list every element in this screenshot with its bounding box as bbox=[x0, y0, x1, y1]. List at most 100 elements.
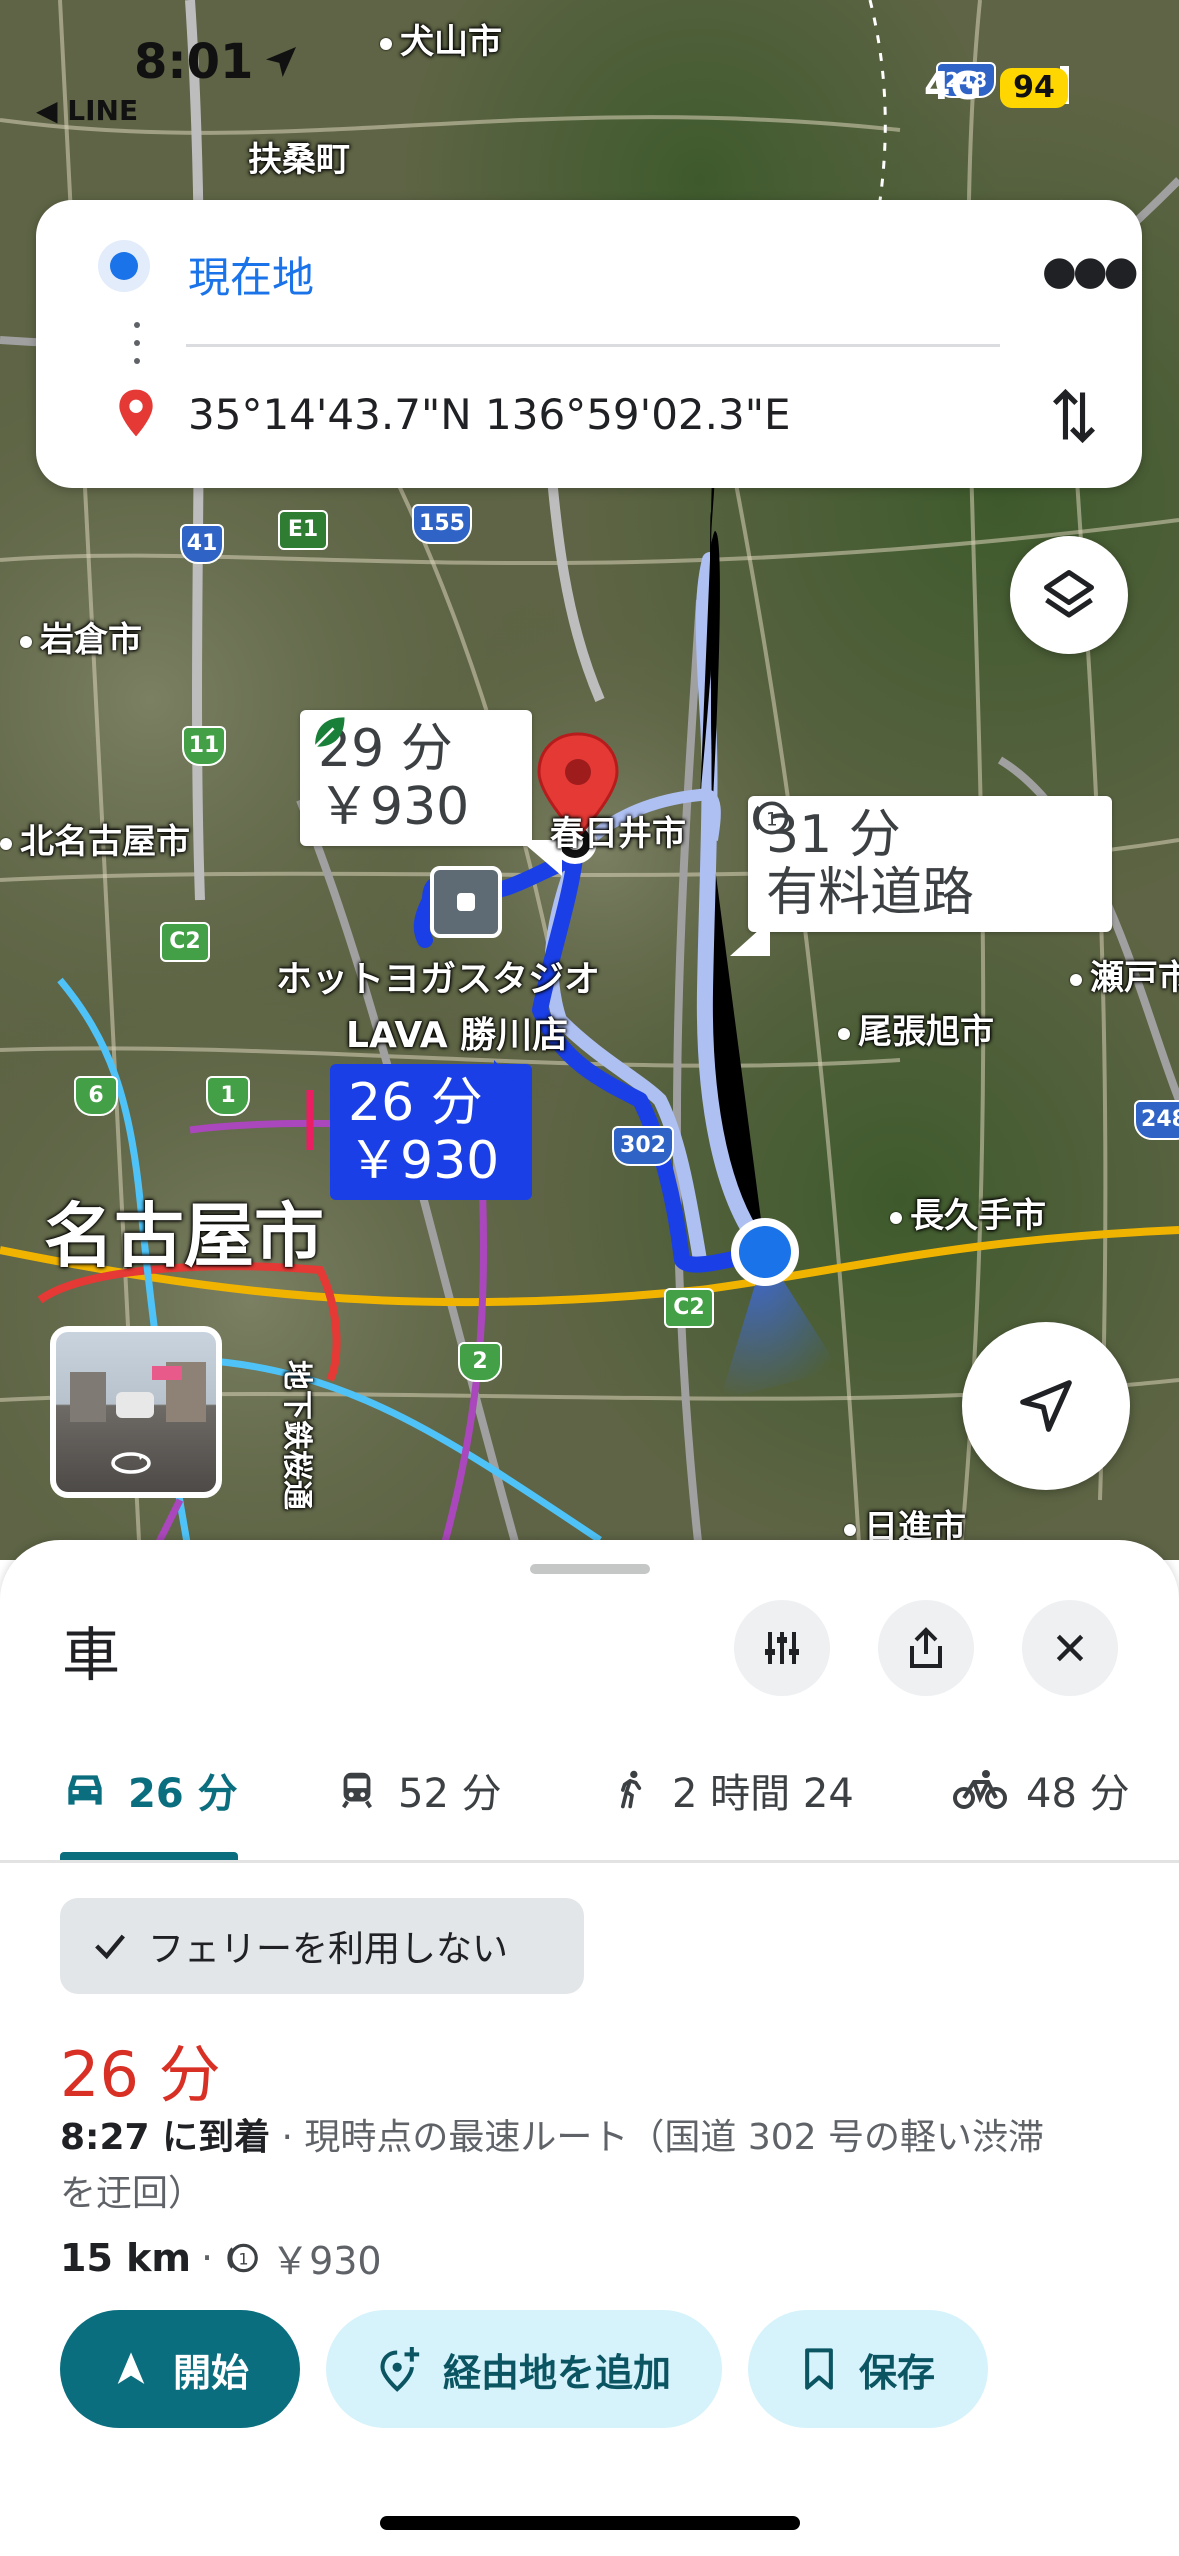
chip-label: フェリーを利用しない bbox=[148, 1929, 509, 1970]
route-callout-29[interactable]: 29 分 ￥930 bbox=[300, 710, 532, 846]
road-shield: 11 bbox=[182, 726, 226, 766]
route-dots bbox=[134, 322, 140, 364]
origin-field[interactable]: 現在地 bbox=[188, 244, 314, 305]
swap-icon[interactable] bbox=[1048, 384, 1100, 448]
mode-title: 車 bbox=[62, 1621, 121, 1689]
callout-pointer bbox=[730, 920, 770, 956]
bookmark-icon bbox=[805, 2348, 833, 2390]
start-button[interactable]: 開始 bbox=[60, 2310, 300, 2428]
tab-label: 52 分 bbox=[398, 1771, 502, 1817]
avoid-ferries-chip[interactable]: フェリーを利用しない bbox=[60, 1898, 584, 1994]
more-options-icon[interactable]: ●●● bbox=[1042, 248, 1139, 294]
svg-text:1: 1 bbox=[239, 2249, 249, 2268]
origin-dot-icon bbox=[110, 252, 138, 280]
destination-pin-small-icon bbox=[119, 389, 153, 437]
distance-row: 15 km · 1 ￥930 bbox=[60, 2230, 382, 2285]
save-label: 保存 bbox=[858, 2350, 935, 2395]
status-bar: 8:01 ◀ LINE 4G 94 bbox=[0, 0, 1179, 130]
tab-label: 48 分 bbox=[1026, 1771, 1130, 1817]
close-icon bbox=[1056, 1634, 1084, 1662]
rotate-360-icon bbox=[111, 1452, 151, 1474]
share-button[interactable] bbox=[878, 1600, 974, 1696]
poi-label: ホットヨガスタジオ bbox=[276, 959, 601, 1000]
walk-icon bbox=[621, 1770, 642, 1809]
add-stop-button[interactable]: 経由地を追加 bbox=[326, 2310, 722, 2428]
road-shield: 6 bbox=[74, 1076, 118, 1116]
add-stop-label: 経由地を追加 bbox=[442, 2350, 671, 2395]
navigation-arrow-icon bbox=[1020, 1380, 1072, 1432]
recenter-button[interactable] bbox=[962, 1322, 1130, 1490]
route-duration: 26 分 bbox=[60, 2038, 221, 2111]
svg-text:1: 1 bbox=[766, 809, 778, 830]
route-description: 8:27 に到着 · 現時点の最速ルート（国道 302 号の軽い渋滞 を迂回） bbox=[60, 2110, 1120, 2222]
callout-pointer bbox=[494, 1060, 530, 1098]
status-time: 8:01 bbox=[134, 34, 254, 90]
tab-label: 26 分 bbox=[128, 1771, 238, 1817]
poi-label: LAVA 勝川店 bbox=[346, 1015, 569, 1056]
add-location-icon bbox=[380, 2347, 420, 2392]
battery-badge: 94 bbox=[1000, 68, 1068, 108]
save-button[interactable]: 保存 bbox=[748, 2310, 988, 2428]
arrival-time: 8:27 に到着 bbox=[60, 2117, 271, 2158]
route-distance: 15 km bbox=[60, 2235, 191, 2280]
close-button[interactable] bbox=[1022, 1600, 1118, 1696]
transit-label: 地下鉄桜通 bbox=[279, 1360, 314, 1510]
layers-icon bbox=[1044, 570, 1094, 618]
route-time-label: 31 分 bbox=[766, 805, 901, 865]
road-shield: 41 bbox=[180, 524, 224, 564]
leaf-icon bbox=[314, 717, 345, 748]
tune-icon bbox=[765, 1632, 799, 1664]
poi-marker-icon[interactable] bbox=[430, 866, 502, 938]
tab-active-indicator bbox=[60, 1852, 238, 1860]
divider bbox=[186, 344, 1000, 347]
route-toll-label: ￥930 bbox=[348, 1131, 500, 1191]
share-icon bbox=[910, 1627, 942, 1668]
route-options-button[interactable] bbox=[734, 1600, 830, 1696]
route-note-label: 有料道路 bbox=[766, 863, 975, 923]
road-shield: 302 bbox=[612, 1126, 674, 1166]
navigation-arrow-icon bbox=[117, 2352, 145, 2384]
toll-icon: 1 bbox=[753, 801, 789, 835]
route-time-label: 26 分 bbox=[348, 1073, 483, 1133]
place-label: 春日井市 bbox=[550, 814, 686, 854]
place-label: 扶桑町 bbox=[248, 140, 350, 180]
car-icon bbox=[68, 1775, 102, 1805]
bike-icon bbox=[953, 1770, 1007, 1809]
place-label: 名古屋市 bbox=[44, 1195, 324, 1277]
place-label: 尾張旭市 bbox=[838, 1004, 994, 1053]
road-shield: 2 bbox=[458, 1342, 502, 1382]
check-icon bbox=[95, 1934, 125, 1960]
place-label: 北名古屋市 bbox=[0, 814, 190, 863]
sheet-drag-handle[interactable] bbox=[530, 1564, 650, 1574]
road-shield: 1 bbox=[206, 1076, 250, 1116]
road-shield: 155 bbox=[412, 504, 472, 544]
tab-drive[interactable]: 26 分 bbox=[60, 1760, 238, 1820]
network-type: 4G bbox=[924, 64, 982, 108]
toll-cost: ￥930 bbox=[271, 2239, 382, 2283]
road-shield: C2 bbox=[664, 1288, 714, 1328]
start-label: 開始 bbox=[172, 2350, 249, 2395]
directions-card: 現在地 ●●● 35°14'43.7"N 136°59'02.3"E bbox=[36, 200, 1142, 488]
tab-transit[interactable]: 52 分 bbox=[334, 1760, 502, 1820]
place-label: 瀬戸市 bbox=[1070, 950, 1179, 999]
home-indicator[interactable] bbox=[380, 2516, 800, 2530]
place-label: 岩倉市 bbox=[20, 612, 142, 661]
route-callout-31[interactable]: 31 分 有料道路 1 bbox=[748, 796, 1112, 932]
road-shield: C2 bbox=[160, 922, 210, 962]
tab-label: 2 時間 24 bbox=[672, 1771, 854, 1817]
layers-button[interactable] bbox=[1010, 536, 1128, 654]
route-toll-label: ￥930 bbox=[318, 777, 470, 837]
destination-field[interactable]: 35°14'43.7"N 136°59'02.3"E bbox=[188, 390, 791, 439]
tab-walk[interactable]: 2 時間 24 bbox=[610, 1760, 854, 1820]
place-label: 長久手市 bbox=[890, 1188, 1046, 1237]
location-arrow-icon bbox=[266, 47, 297, 77]
tabs-divider bbox=[0, 1860, 1179, 1863]
back-to-line-link[interactable]: ◀ LINE bbox=[36, 94, 138, 127]
tab-bike[interactable]: 48 分 bbox=[952, 1760, 1130, 1820]
toll-icon: 1 bbox=[227, 2243, 258, 2272]
road-shield: E1 bbox=[278, 510, 328, 550]
train-icon bbox=[341, 1772, 373, 1809]
street-view-thumbnail[interactable] bbox=[50, 1326, 222, 1498]
route-desc-line1: · 現時点の最速ルート（国道 302 号の軽い渋滞 bbox=[281, 2117, 1045, 2158]
route-desc-line2: を迂回） bbox=[60, 2173, 205, 2214]
